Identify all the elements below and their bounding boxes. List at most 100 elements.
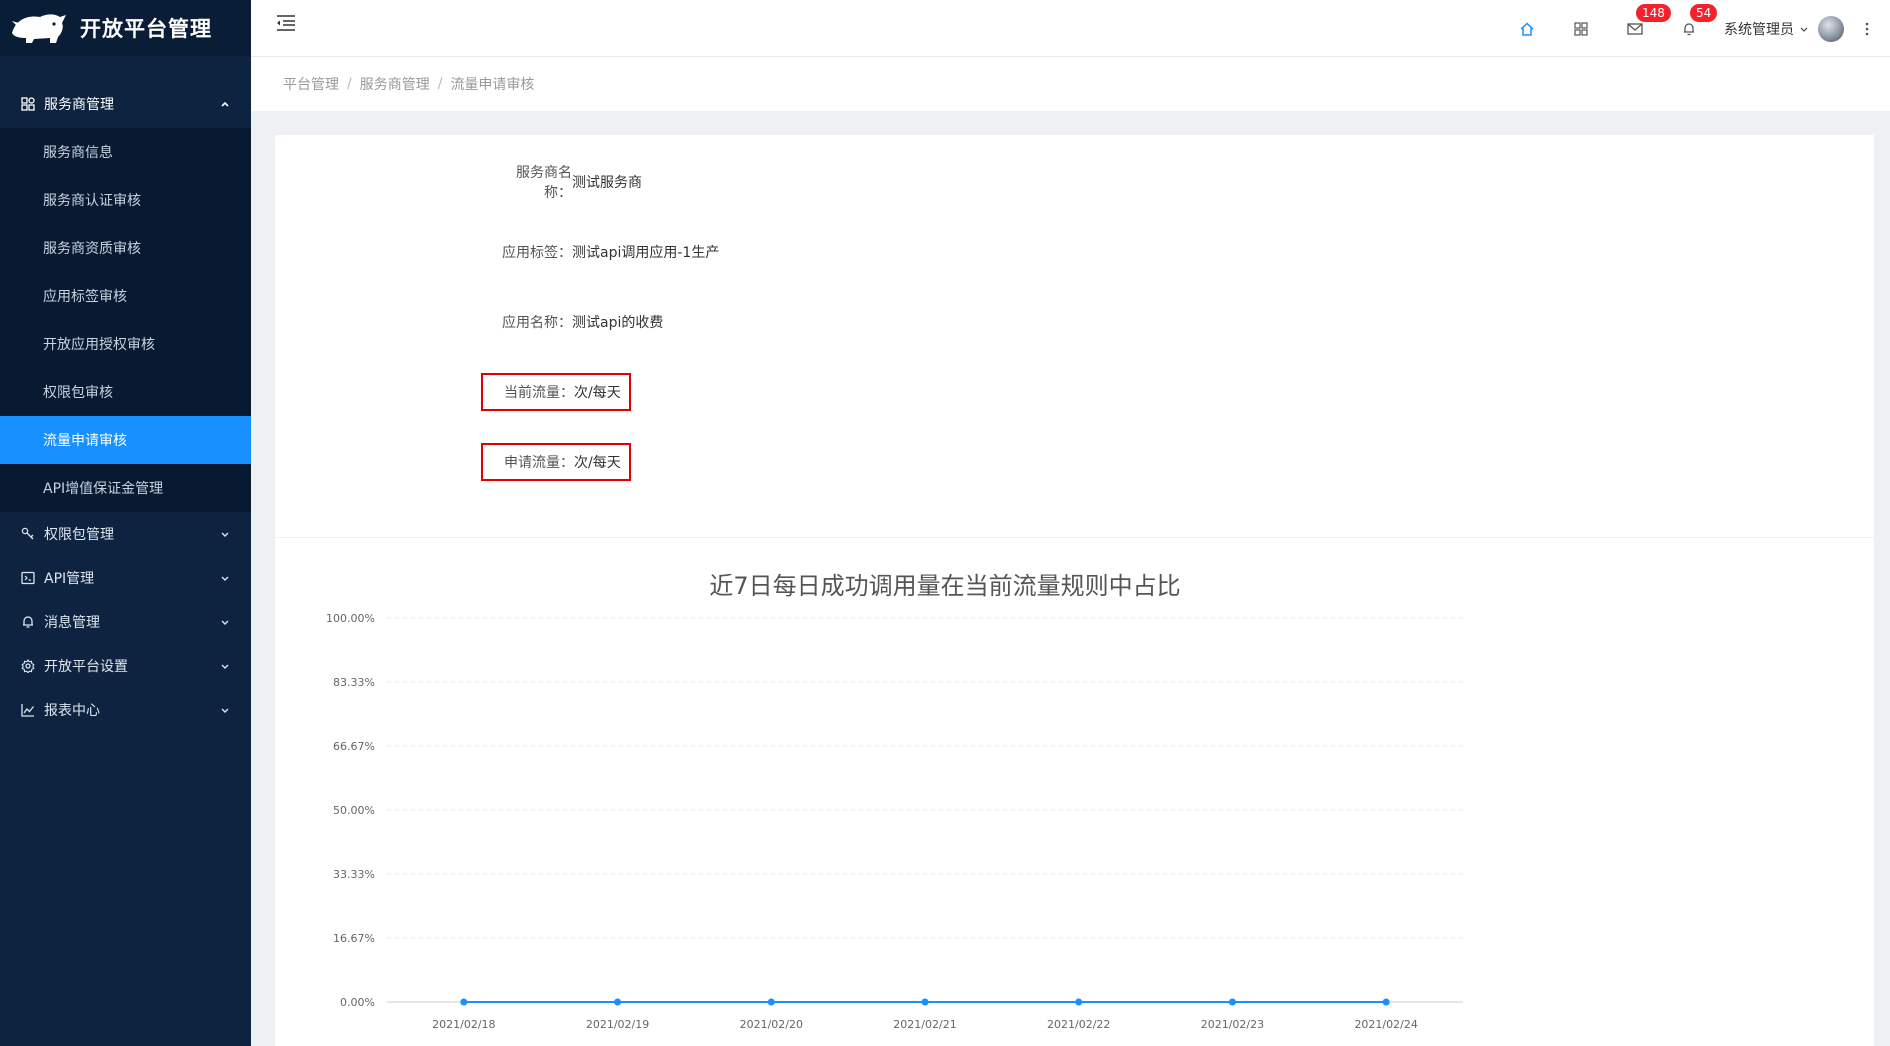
header-actions: 148 54 系统管理员 (1500, 0, 1890, 57)
chevron-up-icon (221, 101, 229, 107)
sidebar-item-traffic-request-review[interactable]: 流量申请审核 (0, 416, 251, 464)
detail-label: 应用标签： (502, 245, 572, 261)
data-point (460, 998, 468, 1006)
api-icon (20, 570, 36, 586)
top-header: 148 54 系统管理员 (251, 0, 1890, 57)
sidebar-item-label: 服务商资质审核 (43, 241, 141, 257)
data-point (1382, 998, 1390, 1006)
sidebar-item-label: 服务商信息 (43, 145, 113, 161)
data-point (1075, 998, 1083, 1006)
data-point (767, 998, 775, 1006)
data-point (614, 998, 622, 1006)
sidebar-group-label: 服务商管理 (44, 97, 114, 113)
x-tick-label: 2021/02/19 (586, 1018, 649, 1031)
x-tick-label: 2021/02/18 (432, 1018, 495, 1031)
more-vertical-icon (1865, 22, 1869, 35)
sidebar-item-app-tag-review[interactable]: 应用标签审核 (0, 272, 251, 320)
y-tick-label: 33.33% (333, 868, 375, 881)
mail-button[interactable]: 148 (1608, 0, 1671, 57)
detail-row-app-tag: 应用标签： 测试api调用应用-1生产 (481, 233, 727, 271)
chevron-down-icon (221, 532, 229, 537)
detail-value: 次/每天 (574, 385, 621, 401)
sidebar-group-label: API管理 (44, 571, 95, 587)
app-title: 开放平台管理 (80, 17, 212, 41)
breadcrumb-item-platform[interactable]: 平台管理 (283, 74, 339, 94)
detail-value: 测试服务商 (572, 175, 642, 191)
breadcrumb-item-current: 流量申请审核 (450, 77, 535, 93)
sidebar-group-api[interactable]: API管理 (0, 556, 251, 600)
home-icon (1520, 21, 1534, 36)
gear-icon (20, 658, 36, 674)
detail-row-current-traffic: 当前流量： 次/每天 (481, 373, 631, 411)
sidebar-item-label: API增值保证金管理 (43, 481, 164, 497)
sidebar-group-messages[interactable]: 消息管理 (0, 600, 251, 644)
sidebar-group-platform-settings[interactable]: 开放平台设置 (0, 644, 251, 688)
chevron-down-icon (221, 576, 229, 581)
rhino-logo-icon (12, 14, 66, 44)
notification-count-badge: 54 (1690, 4, 1718, 22)
chevron-down-icon (221, 664, 229, 669)
detail-label: 申请流量： (504, 455, 574, 471)
request-detail-card: 服务商名称： 测试服务商 应用标签： 测试api调用应用-1生产 应用名称： 测… (275, 135, 1874, 537)
breadcrumb-separator: / (437, 76, 443, 92)
key-icon (20, 526, 36, 542)
detail-value: 测试api的收费 (572, 315, 664, 331)
usage-line-chart: 0.00% 16.67% 33.33% 50.00% 66.67% 83.33% 100.0… (326, 612, 1463, 1031)
more-options-button[interactable] (1844, 0, 1890, 57)
detail-value: 次/每天 (574, 455, 621, 471)
notification-button[interactable]: 54 (1662, 0, 1718, 57)
sidebar-group-report-center[interactable]: 报表中心 (0, 688, 251, 732)
menu-fold-icon[interactable] (275, 14, 297, 32)
y-tick-label: 83.33% (333, 676, 375, 689)
data-point (921, 998, 929, 1006)
bell-icon (1684, 22, 1694, 35)
sidebar-item-label: 权限包审核 (43, 385, 113, 401)
sidebar-item-label: 开放应用授权审核 (43, 337, 155, 353)
detail-row-requested-traffic: 申请流量： 次/每天 (481, 443, 631, 481)
home-button[interactable] (1500, 0, 1554, 57)
sidebar-group-label: 报表中心 (44, 703, 100, 719)
sidebar-item-provider-certification[interactable]: 服务商认证审核 (0, 176, 251, 224)
sidebar-item-label: 应用标签审核 (43, 289, 127, 305)
y-tick-label: 50.00% (333, 804, 375, 817)
grid-icon (1574, 21, 1588, 36)
user-name: 系统管理员 (1724, 21, 1794, 38)
sidebar: 开放平台管理 服务商管理 服务商信息 服务商认证审核 服务商资质审核 应用标签审… (0, 0, 251, 1046)
apps-icon (20, 96, 36, 112)
sidebar-item-api-deposit[interactable]: API增值保证金管理 (0, 464, 251, 512)
apps-grid-button[interactable] (1554, 0, 1608, 57)
detail-value: 测试api调用应用-1生产 (572, 245, 720, 261)
sidebar-item-permission-pack-review[interactable]: 权限包审核 (0, 368, 251, 416)
detail-row-app-name: 应用名称： 测试api的收费 (481, 303, 671, 341)
mail-icon (1627, 22, 1643, 35)
sidebar-item-provider-qualification[interactable]: 服务商资质审核 (0, 224, 251, 272)
detail-label: 服务商名称： (516, 165, 572, 201)
y-tick-label: 0.00% (340, 996, 375, 1009)
y-tick-label: 66.67% (333, 740, 375, 753)
detail-row-provider-name: 服务商名称： 测试服务商 (481, 163, 650, 201)
logo[interactable]: 开放平台管理 (0, 0, 251, 56)
data-point (1228, 998, 1236, 1006)
detail-label: 应用名称： (502, 315, 572, 331)
breadcrumb-item-provider[interactable]: 服务商管理 (360, 74, 430, 94)
sidebar-item-app-auth-review[interactable]: 开放应用授权审核 (0, 320, 251, 368)
usage-chart-card: 近7日每日成功调用量在当前流量规则中占比 0.00% 16.67% 33.33% 50… (275, 538, 1874, 1046)
chevron-down-icon (221, 620, 229, 625)
user-menu[interactable]: 系统管理员 (1724, 15, 1844, 42)
sidebar-group-label: 消息管理 (44, 615, 100, 631)
x-tick-label: 2021/02/24 (1354, 1018, 1417, 1031)
provider-submenu: 服务商信息 服务商认证审核 服务商资质审核 应用标签审核 开放应用授权审核 权限… (0, 128, 251, 512)
breadcrumb-separator: / (347, 76, 352, 92)
sidebar-item-provider-info[interactable]: 服务商信息 (0, 128, 251, 176)
sidebar-item-label: 流量申请审核 (43, 433, 127, 449)
detail-label: 当前流量： (504, 385, 574, 401)
sidebar-item-label: 服务商认证审核 (43, 193, 141, 209)
x-tick-label: 2021/02/22 (1047, 1018, 1110, 1031)
sidebar-group-provider-management[interactable]: 服务商管理 (0, 80, 251, 128)
avatar[interactable] (1818, 15, 1844, 42)
y-tick-label: 100.00% (326, 612, 375, 625)
sidebar-group-label: 权限包管理 (44, 527, 114, 543)
chevron-down-icon (1800, 27, 1808, 32)
breadcrumb: 平台管理 / 服务商管理 / 流量申请审核 (251, 57, 1890, 111)
sidebar-group-permission-pack[interactable]: 权限包管理 (0, 512, 251, 556)
